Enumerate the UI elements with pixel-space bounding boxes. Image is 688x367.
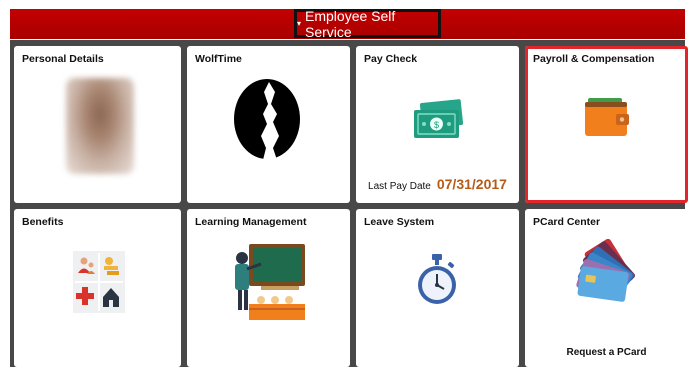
wallet-icon bbox=[585, 98, 629, 136]
stopwatch-icon bbox=[418, 254, 456, 304]
wolf-icon bbox=[234, 79, 300, 160]
tile-title: Benefits bbox=[22, 216, 64, 228]
tile-benefits[interactable]: Benefits bbox=[14, 209, 181, 367]
ess-homepage: ▾ Employee Self Service Personal Details… bbox=[0, 0, 688, 367]
request-pcard-link[interactable]: Request a PCard bbox=[525, 347, 688, 358]
caret-down-icon: ▾ bbox=[297, 18, 302, 28]
svg-text:$: $ bbox=[434, 120, 439, 130]
tile-title: Payroll & Compensation bbox=[533, 53, 655, 65]
tile-title: Leave System bbox=[364, 216, 435, 228]
tile-leave-system[interactable]: Leave System bbox=[356, 209, 519, 367]
homepage-selector[interactable]: ▾ Employee Self Service bbox=[294, 7, 441, 40]
tile-pcard-center[interactable]: PCard Center Request a PCard bbox=[525, 209, 688, 367]
tile-title: Pay Check bbox=[364, 53, 418, 65]
credit-cards-icon bbox=[576, 239, 635, 302]
benefits-icon bbox=[73, 251, 125, 313]
teacher-icon bbox=[235, 244, 305, 320]
tile-wolftime[interactable]: WolfTime bbox=[187, 46, 350, 203]
tile-pay-check[interactable]: Pay Check $ Last Pay Date 07/31/2017 bbox=[356, 46, 519, 203]
tile-title: WolfTime bbox=[195, 53, 242, 65]
tile-payroll-compensation[interactable]: Payroll & Compensation bbox=[525, 46, 688, 203]
tile-learning-management[interactable]: Learning Management bbox=[187, 209, 350, 367]
last-pay-label: Last Pay Date bbox=[368, 181, 431, 192]
money-icon: $ bbox=[414, 99, 464, 138]
tile-title: Personal Details bbox=[22, 53, 104, 65]
last-pay-info: Last Pay Date 07/31/2017 bbox=[356, 176, 519, 192]
homepage-title: Employee Self Service bbox=[305, 7, 396, 40]
header-banner: ▾ Employee Self Service bbox=[10, 7, 685, 40]
tile-title: Learning Management bbox=[195, 216, 307, 228]
tile-title: PCard Center bbox=[533, 216, 601, 228]
tile-personal-details[interactable]: Personal Details bbox=[14, 46, 181, 203]
user-photo bbox=[66, 78, 134, 174]
last-pay-date: 07/31/2017 bbox=[436, 176, 507, 192]
